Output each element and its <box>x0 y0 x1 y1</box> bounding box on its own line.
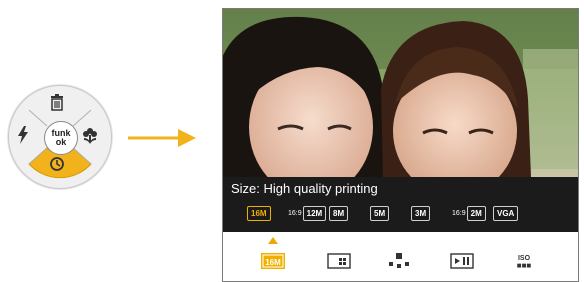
size-option-ratio: 16:9 <box>288 209 302 217</box>
live-view-photo <box>223 9 578 177</box>
quality-grid-icon <box>327 253 351 269</box>
trash-icon <box>51 94 63 111</box>
flash-icon <box>18 126 28 144</box>
ok-label: ok <box>55 137 67 147</box>
size-option-12m[interactable]: 16:9 12M <box>288 203 327 223</box>
function-menu-bar: 16M ISO ■■■ <box>223 232 578 281</box>
menu-item-iso[interactable]: ISO ■■■ <box>511 251 537 271</box>
size-option-label: 12M <box>302 205 327 221</box>
self-timer-button[interactable] <box>49 156 71 178</box>
size-option-label: 8M <box>329 205 349 221</box>
macro-flower-icon <box>83 128 97 144</box>
size-option-16m[interactable]: 16M <box>247 203 271 223</box>
size-option-8m[interactable]: 8M <box>329 203 349 223</box>
size-option-ratio: 16:9 <box>452 209 466 217</box>
size-option-label: 16M <box>247 205 271 221</box>
image-size-icon: 16M <box>261 253 285 269</box>
image-size-value: 16M <box>265 258 281 267</box>
size-option-2m[interactable]: 16:9 2M <box>452 203 486 223</box>
delete-button[interactable] <box>49 94 71 116</box>
func-ok-button[interactable]: funk ok <box>44 121 78 155</box>
size-option-5m[interactable]: 5M <box>370 203 390 223</box>
size-option-3m[interactable]: 3M <box>411 203 431 223</box>
size-option-label: 5M <box>370 205 390 221</box>
iso-icon: ISO ■■■ <box>517 255 532 270</box>
menu-item-image-size[interactable]: 16M <box>260 251 286 271</box>
macro-button[interactable] <box>81 126 103 148</box>
right-arrow-icon <box>128 129 196 147</box>
size-option-vga[interactable]: VGA <box>493 203 519 223</box>
control-pad: funk ok <box>8 85 112 189</box>
self-timer-icon <box>50 157 64 171</box>
camera-lcd-screen: Size: High quality printing 16M 16:9 12M 8M… <box>222 8 579 282</box>
size-option-label: 3M <box>411 205 431 221</box>
exposure-icon <box>389 253 409 268</box>
video-size-icon <box>450 253 474 269</box>
menu-item-quality[interactable] <box>326 251 352 271</box>
flash-button[interactable] <box>17 126 39 148</box>
selection-pointer <box>268 237 278 244</box>
size-menu-panel: Size: High quality printing 16M 16:9 12M 8M… <box>223 177 578 232</box>
size-menu-title: Size: High quality printing <box>231 181 378 196</box>
size-option-label: 2M <box>466 205 486 221</box>
menu-item-video-size[interactable] <box>449 251 475 271</box>
size-option-label: VGA <box>493 205 519 221</box>
menu-item-exposure[interactable] <box>386 251 412 271</box>
iso-value-mark: ■■■ <box>517 261 532 270</box>
